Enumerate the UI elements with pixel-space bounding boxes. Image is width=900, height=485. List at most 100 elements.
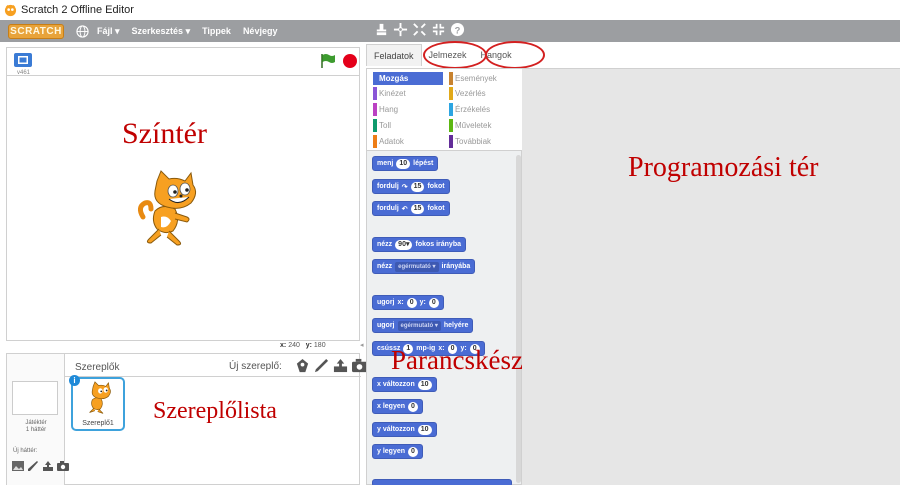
- block-move-steps[interactable]: menj 10 lépést: [372, 156, 439, 171]
- costumes-tab-highlight: [423, 41, 487, 69]
- stage-thumbnail[interactable]: [12, 381, 58, 415]
- block-goto-xy[interactable]: ugorj x: 0 y: 0: [372, 295, 444, 310]
- block-turn-right-input[interactable]: 15: [410, 181, 425, 192]
- green-flag-icon[interactable]: [320, 53, 336, 69]
- category-events-swatch: [449, 72, 453, 85]
- scratch-cat-app-icon: [4, 4, 17, 16]
- help-icon[interactable]: ?: [450, 22, 465, 37]
- category-looks[interactable]: Kinézet: [373, 87, 406, 100]
- coord-x-value: 240: [288, 342, 300, 349]
- scratch-logo[interactable]: SCRATCH: [8, 23, 64, 39]
- category-control[interactable]: Vezérlés: [449, 87, 486, 100]
- turn-clockwise-icon: ↷: [401, 183, 408, 191]
- block-goto-dropdown[interactable]: egérmutató ▾: [397, 320, 441, 331]
- block-palette: Mozgás Kinézet Hang Toll Adatok Eseménye…: [366, 68, 523, 485]
- category-pen-swatch: [373, 119, 377, 132]
- upload-backdrop-icon[interactable]: [42, 460, 54, 472]
- stage-header: v461: [6, 47, 360, 76]
- block-point-towards-suffix: irányába: [441, 263, 471, 270]
- category-control-swatch: [449, 87, 453, 100]
- camera-sprite-icon[interactable]: [352, 358, 367, 373]
- block-turn-left-suffix: fokot: [427, 205, 445, 212]
- collapse-stage-icon[interactable]: ◂: [360, 341, 364, 349]
- sprite-library-icon[interactable]: [295, 358, 310, 373]
- paint-backdrop-icon[interactable]: [27, 460, 39, 472]
- delete-scissors-icon[interactable]: [393, 22, 408, 37]
- block-turn-left-input[interactable]: 15: [410, 203, 425, 214]
- block-goto[interactable]: ugorj egérmutató ▾ helyére: [372, 318, 474, 333]
- grow-icon[interactable]: [412, 22, 427, 37]
- block-change-x[interactable]: x változzon 10: [372, 377, 437, 392]
- block-move-suffix: lépést: [413, 160, 434, 167]
- block-goto-y-input[interactable]: 0: [428, 297, 439, 308]
- stage-annotation: Színtér: [122, 117, 207, 150]
- block-goto-x-input[interactable]: 0: [406, 297, 417, 308]
- upload-sprite-icon[interactable]: [333, 358, 348, 373]
- category-pen[interactable]: Toll: [373, 119, 391, 132]
- block-move-text: menj: [377, 160, 394, 167]
- block-change-x-text: x változzon: [377, 381, 415, 388]
- category-sensing-swatch: [449, 103, 453, 116]
- category-events[interactable]: Események: [449, 72, 497, 85]
- category-more-blocks[interactable]: Továbbiak: [449, 135, 491, 148]
- block-change-y-input[interactable]: 10: [417, 424, 432, 435]
- palette-scrollbar[interactable]: [516, 155, 521, 483]
- presentation-mode-icon[interactable]: [14, 53, 32, 67]
- category-sound-swatch: [373, 103, 377, 116]
- block-turn-right[interactable]: fordulj ↷ 15 fokot: [372, 179, 450, 194]
- category-sound[interactable]: Hang: [373, 103, 398, 116]
- sprite-name: Szereplő1: [82, 420, 114, 427]
- stage-thumb-label: Játéktér 1 háttér: [7, 420, 65, 434]
- scratch-editor-window: Scratch 2 Offline Editor SCRATCH Fájl ▾ …: [0, 0, 900, 485]
- category-more-blocks-label: Továbbiak: [455, 137, 492, 146]
- menu-edit[interactable]: Szerkesztés ▾: [132, 26, 191, 37]
- category-data-label: Adatok: [379, 137, 404, 146]
- stage-canvas[interactable]: Színtér: [6, 75, 360, 341]
- block-turn-left[interactable]: fordulj ↶ 15 fokot: [372, 201, 450, 216]
- category-operators[interactable]: Műveletek: [449, 119, 491, 132]
- stop-sign-icon[interactable]: [343, 54, 357, 68]
- language-globe-icon[interactable]: [76, 24, 89, 38]
- block-change-y[interactable]: y változzon 10: [372, 422, 437, 437]
- block-point-dir-input[interactable]: 90▾: [395, 239, 413, 250]
- block-set-y[interactable]: y legyen 0: [372, 444, 423, 459]
- camera-backdrop-icon[interactable]: [57, 460, 69, 472]
- new-sprite-tools: [295, 358, 367, 373]
- block-change-x-input[interactable]: 10: [417, 379, 432, 390]
- block-partial-bottom[interactable]: [372, 479, 512, 485]
- block-set-x[interactable]: x legyen 0: [372, 399, 423, 414]
- category-selector: Mozgás Kinézet Hang Toll Adatok Eseménye…: [367, 69, 523, 151]
- category-motion[interactable]: Mozgás: [373, 72, 443, 85]
- category-pen-label: Toll: [379, 121, 392, 130]
- block-set-y-input[interactable]: 0: [408, 446, 418, 457]
- block-turn-right-suffix: fokot: [427, 183, 445, 190]
- block-point-dir-suffix: fokos irányba: [415, 241, 461, 248]
- block-move-steps-input[interactable]: 10: [396, 158, 411, 169]
- block-point-towards-text: nézz: [377, 263, 393, 270]
- block-point-towards-dropdown[interactable]: egérmutató ▾: [395, 261, 439, 272]
- category-control-label: Vezérlés: [455, 89, 486, 98]
- shrink-icon[interactable]: [431, 22, 446, 37]
- scripts-area[interactable]: [522, 68, 900, 485]
- category-sensing[interactable]: Érzékelés: [449, 103, 490, 116]
- sprite-thumbnail-selected[interactable]: i Szereplő1: [69, 375, 125, 431]
- duplicate-stamp-icon[interactable]: [374, 22, 389, 37]
- category-events-label: Események: [455, 74, 497, 83]
- scratch-cat-sprite[interactable]: [135, 169, 205, 249]
- backdrop-library-icon[interactable]: [12, 460, 24, 472]
- block-set-x-text: x legyen: [377, 403, 406, 410]
- menu-file[interactable]: Fájl ▾: [97, 26, 120, 37]
- block-set-x-input[interactable]: 0: [408, 401, 418, 412]
- category-sound-label: Hang: [379, 105, 399, 114]
- menu-tips[interactable]: Tippek: [202, 26, 231, 36]
- paint-sprite-icon[interactable]: [314, 358, 329, 373]
- tab-scripts[interactable]: Feladatok: [366, 44, 422, 66]
- menu-about[interactable]: Névjegy: [243, 26, 278, 36]
- sprite-list-annotation: Szereplőlista: [153, 398, 277, 424]
- block-point-in-direction[interactable]: nézz 90▾ fokos irányba: [372, 237, 466, 252]
- block-point-towards[interactable]: nézz egérmutató ▾ irányába: [372, 259, 476, 274]
- stage-thumb-sub: 1 háttér: [25, 427, 47, 433]
- category-data[interactable]: Adatok: [373, 135, 404, 148]
- scripts-annotation: Programozási tér: [628, 152, 819, 183]
- new-backdrop-label: Új háttér:: [13, 448, 38, 454]
